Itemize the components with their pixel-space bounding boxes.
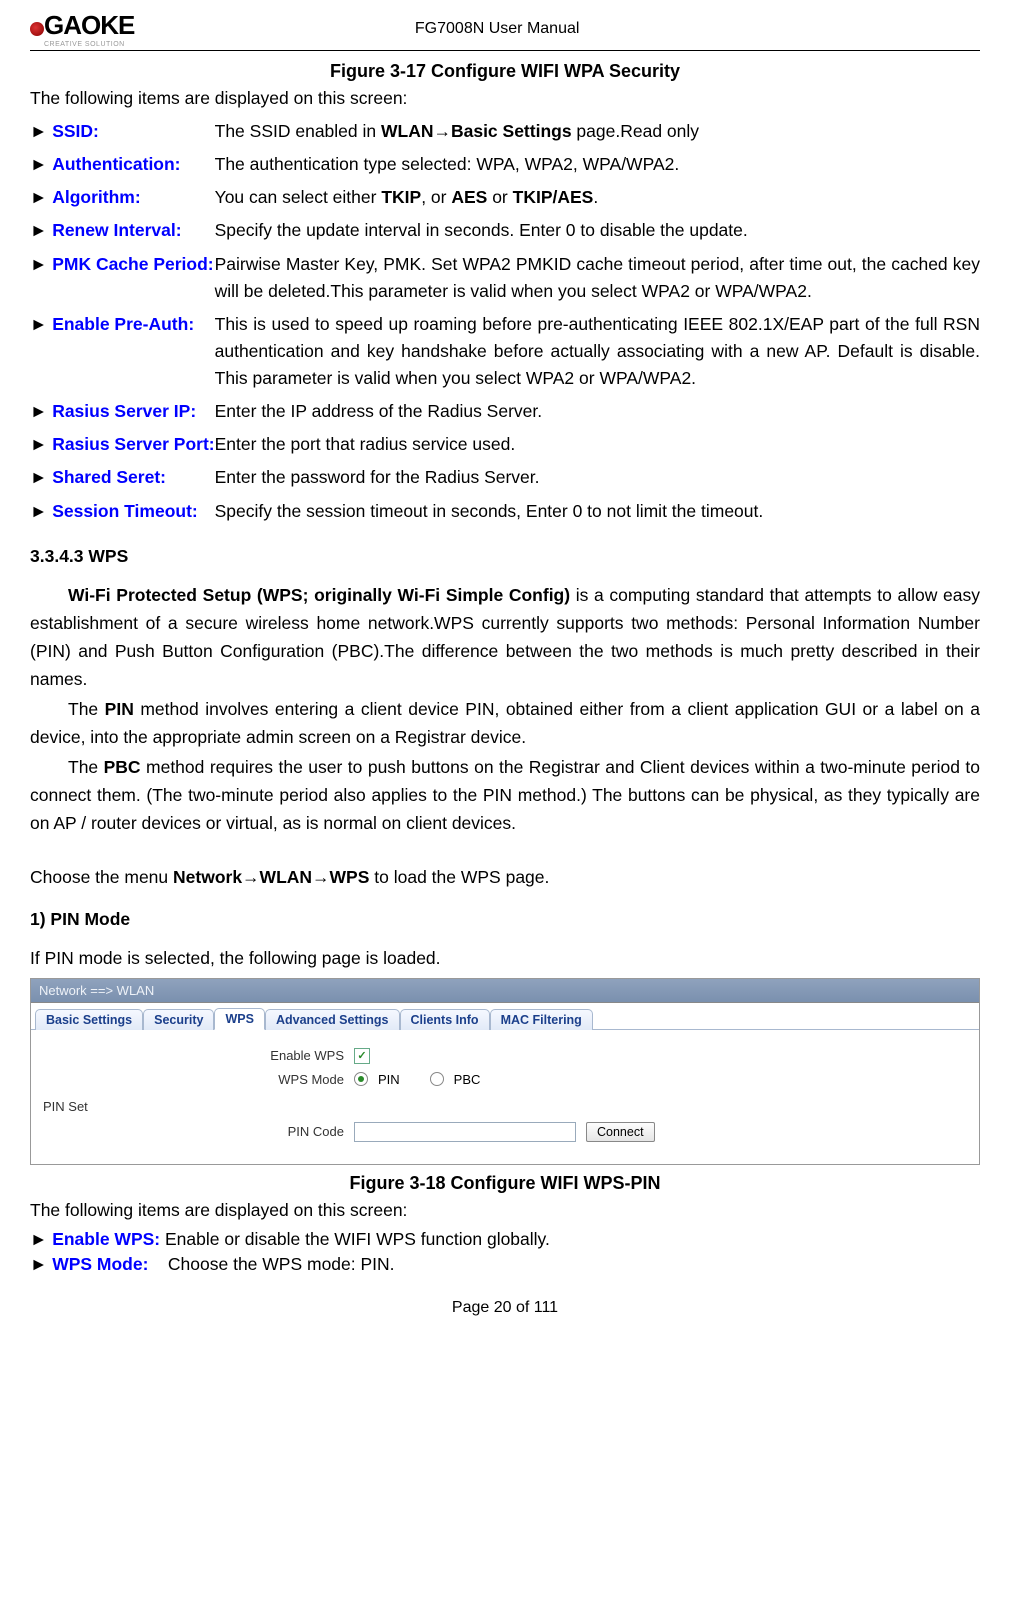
def-label-secret: Shared Seret: — [52, 467, 166, 487]
def-desc: Specify the session timeout in seconds, … — [215, 495, 980, 528]
wps-mode-pbc-radio[interactable] — [430, 1072, 444, 1086]
def-label-pmk: PMK Cache Period: — [52, 254, 213, 274]
section-3343-heading: 3.3.4.3 WPS — [30, 546, 980, 567]
pin-mode-heading: 1) PIN Mode — [30, 909, 980, 930]
wps-para-1: Wi-Fi Protected Setup (WPS; originally W… — [30, 581, 980, 693]
pin-code-input[interactable] — [354, 1122, 576, 1142]
wps-mode-pin-text: PIN — [378, 1072, 400, 1087]
logo-text: GAOKE — [44, 10, 134, 41]
def-label-auth: Authentication: — [52, 154, 180, 174]
wps-para-2: The PIN method involves entering a clien… — [30, 695, 980, 751]
pin-mode-intro: If PIN mode is selected, the following p… — [30, 944, 980, 972]
tab-wps[interactable]: WPS — [214, 1008, 264, 1030]
wps-mode-pbc-text: PBC — [454, 1072, 481, 1087]
def-desc: The authentication type selected: WPA, W… — [215, 148, 980, 181]
figure-18-caption: Figure 3-18 Configure WIFI WPS-PIN — [30, 1173, 980, 1194]
def-label-renew: Renew Interval: — [52, 220, 181, 240]
def-desc: Choose the WPS mode: PIN. — [168, 1254, 395, 1274]
def-desc: Enter the port that radius service used. — [215, 428, 980, 461]
tab-bar: Basic Settings Security WPS Advanced Set… — [31, 1003, 979, 1030]
intro-18: The following items are displayed on thi… — [30, 1200, 980, 1221]
tab-basic-settings[interactable]: Basic Settings — [35, 1009, 143, 1030]
logo-icon — [30, 22, 44, 36]
logo: GAOKE CREATIVE SOLUTION — [30, 10, 134, 48]
def-desc: This is used to speed up roaming before … — [215, 308, 980, 395]
def-desc: The SSID enabled in WLAN→Basic Settings … — [215, 115, 980, 148]
def-desc: Enter the password for the Radius Server… — [215, 461, 980, 494]
connect-button[interactable]: Connect — [586, 1122, 655, 1142]
header-divider — [30, 50, 980, 51]
figure-17-caption: Figure 3-17 Configure WIFI WPA Security — [30, 61, 980, 82]
doc-title: FG7008N User Manual — [134, 20, 860, 38]
def-desc: Enable or disable the WIFI WPS function … — [165, 1229, 550, 1249]
wps-mode-label: WPS Mode — [39, 1072, 354, 1087]
tab-advanced-settings[interactable]: Advanced Settings — [265, 1009, 400, 1030]
page-header: GAOKE CREATIVE SOLUTION FG7008N User Man… — [30, 10, 980, 48]
definitions-17: ► SSID: The SSID enabled in WLAN→Basic S… — [30, 115, 980, 528]
def-desc: Pairwise Master Key, PMK. Set WPA2 PMKID… — [215, 248, 980, 308]
panel-body: Enable WPS ✓ WPS Mode PIN PBC PIN Set PI… — [31, 1030, 979, 1164]
def-label-wps-mode: WPS Mode: — [52, 1254, 148, 1274]
wps-config-screenshot: Network ==> WLAN Basic Settings Security… — [30, 978, 980, 1165]
def-desc: Specify the update interval in seconds. … — [215, 214, 980, 247]
pin-set-section-label: PIN Set — [39, 1095, 971, 1114]
tab-mac-filtering[interactable]: MAC Filtering — [490, 1009, 593, 1030]
logo-subtext: CREATIVE SOLUTION — [44, 41, 134, 48]
definitions-18: ► Enable WPS: Enable or disable the WIFI… — [30, 1227, 980, 1277]
def-label-algo: Algorithm: — [52, 187, 140, 207]
wps-para-3: The PBC method requires the user to push… — [30, 753, 980, 837]
enable-wps-label: Enable WPS — [39, 1048, 354, 1063]
def-label-enable-wps: Enable WPS: — [52, 1229, 160, 1249]
tab-security[interactable]: Security — [143, 1009, 214, 1030]
def-label-preauth: Enable Pre-Auth: — [52, 314, 194, 334]
page-footer: Page 20 of 111 — [30, 1299, 980, 1317]
def-label-ssid: SSID: — [52, 121, 99, 141]
intro-17: The following items are displayed on thi… — [30, 88, 980, 109]
pin-code-label: PIN Code — [39, 1124, 354, 1139]
def-label-timeout: Session Timeout: — [52, 501, 198, 521]
def-label-radius-ip: Rasius Server IP: — [52, 401, 196, 421]
def-desc: You can select either TKIP, or AES or TK… — [215, 181, 980, 214]
def-desc: Enter the IP address of the Radius Serve… — [215, 395, 980, 428]
def-row: ► SSID: — [30, 115, 215, 148]
choose-menu-line: Choose the menu Network→WLAN→WPS to load… — [30, 863, 980, 891]
wps-mode-pin-radio[interactable] — [354, 1072, 368, 1086]
def-label-radius-port: Rasius Server Port: — [52, 434, 214, 454]
window-titlebar: Network ==> WLAN — [31, 979, 979, 1003]
enable-wps-checkbox[interactable]: ✓ — [354, 1048, 370, 1064]
tab-clients-info[interactable]: Clients Info — [400, 1009, 490, 1030]
